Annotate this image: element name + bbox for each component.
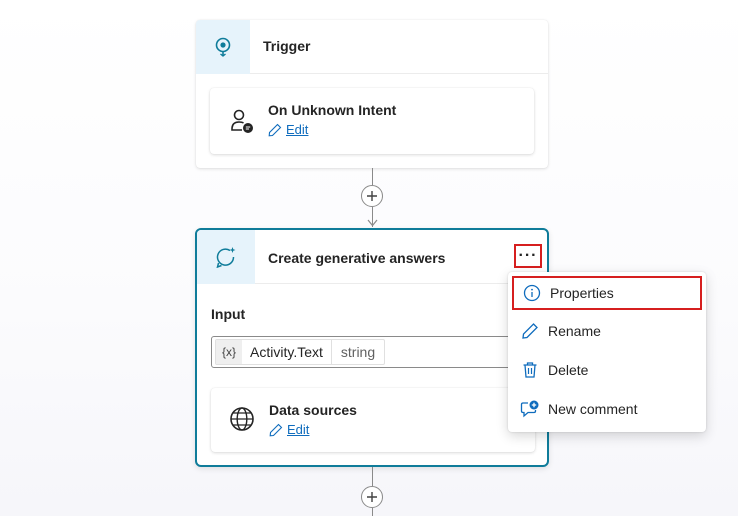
trigger-header: Trigger xyxy=(196,20,548,74)
globe-icon xyxy=(229,406,255,437)
sparkle-chat-icon xyxy=(197,230,255,284)
add-node-button[interactable] xyxy=(361,185,383,207)
intent-edit-link[interactable]: Edit xyxy=(268,122,308,137)
pencil-icon xyxy=(269,423,283,436)
menu-item-label: New comment xyxy=(548,401,638,417)
data-sources-edit-label: Edit xyxy=(287,422,310,437)
menu-item-new-comment[interactable]: New comment xyxy=(512,392,702,426)
generative-answers-node[interactable]: Create generative answers ··· Input {x} … xyxy=(195,228,549,467)
trash-icon xyxy=(512,361,548,379)
arrow-down-icon xyxy=(367,219,378,227)
trigger-card[interactable]: Trigger On Unknown Intent Edit xyxy=(196,20,548,168)
unknown-intent-title: On Unknown Intent xyxy=(268,102,397,118)
variable-chip[interactable]: {x} Activity.Text string xyxy=(215,339,386,365)
info-icon xyxy=(514,284,550,302)
input-label: Input xyxy=(211,306,246,322)
menu-item-properties[interactable]: Properties xyxy=(512,276,702,310)
connector-line xyxy=(372,508,373,516)
data-sources-title: Data sources xyxy=(269,402,357,418)
menu-item-rename[interactable]: Rename xyxy=(512,314,702,348)
variable-icon: {x} xyxy=(216,340,243,364)
data-sources-card[interactable]: Data sources Edit xyxy=(211,388,535,452)
connector-line xyxy=(372,467,373,486)
pencil-icon xyxy=(512,322,548,340)
generative-title: Create generative answers xyxy=(268,250,446,266)
variable-type: string xyxy=(340,344,376,360)
menu-item-delete[interactable]: Delete xyxy=(512,353,702,387)
menu-item-label: Rename xyxy=(548,323,601,339)
trigger-icon xyxy=(196,20,250,74)
unknown-intent-node[interactable]: On Unknown Intent Edit xyxy=(210,88,534,154)
add-node-button[interactable] xyxy=(361,486,383,508)
plus-icon xyxy=(367,191,377,201)
generative-header: Create generative answers ··· xyxy=(197,230,547,284)
connector-line xyxy=(372,168,373,185)
pencil-icon xyxy=(268,123,282,136)
plus-icon xyxy=(367,492,377,502)
intent-edit-label: Edit xyxy=(286,122,309,137)
trigger-title: Trigger xyxy=(263,38,311,54)
variable-name: Activity.Text xyxy=(242,340,332,364)
person-chat-icon xyxy=(230,109,254,140)
input-field[interactable]: {x} Activity.Text string xyxy=(211,336,535,368)
comment-add-icon xyxy=(512,400,548,418)
more-options-button[interactable]: ··· xyxy=(514,244,542,268)
menu-item-label: Delete xyxy=(548,362,589,378)
context-menu: Properties Rename Delete New comment xyxy=(508,272,706,432)
data-sources-edit-link[interactable]: Edit xyxy=(269,422,309,437)
menu-item-label: Properties xyxy=(550,285,614,301)
